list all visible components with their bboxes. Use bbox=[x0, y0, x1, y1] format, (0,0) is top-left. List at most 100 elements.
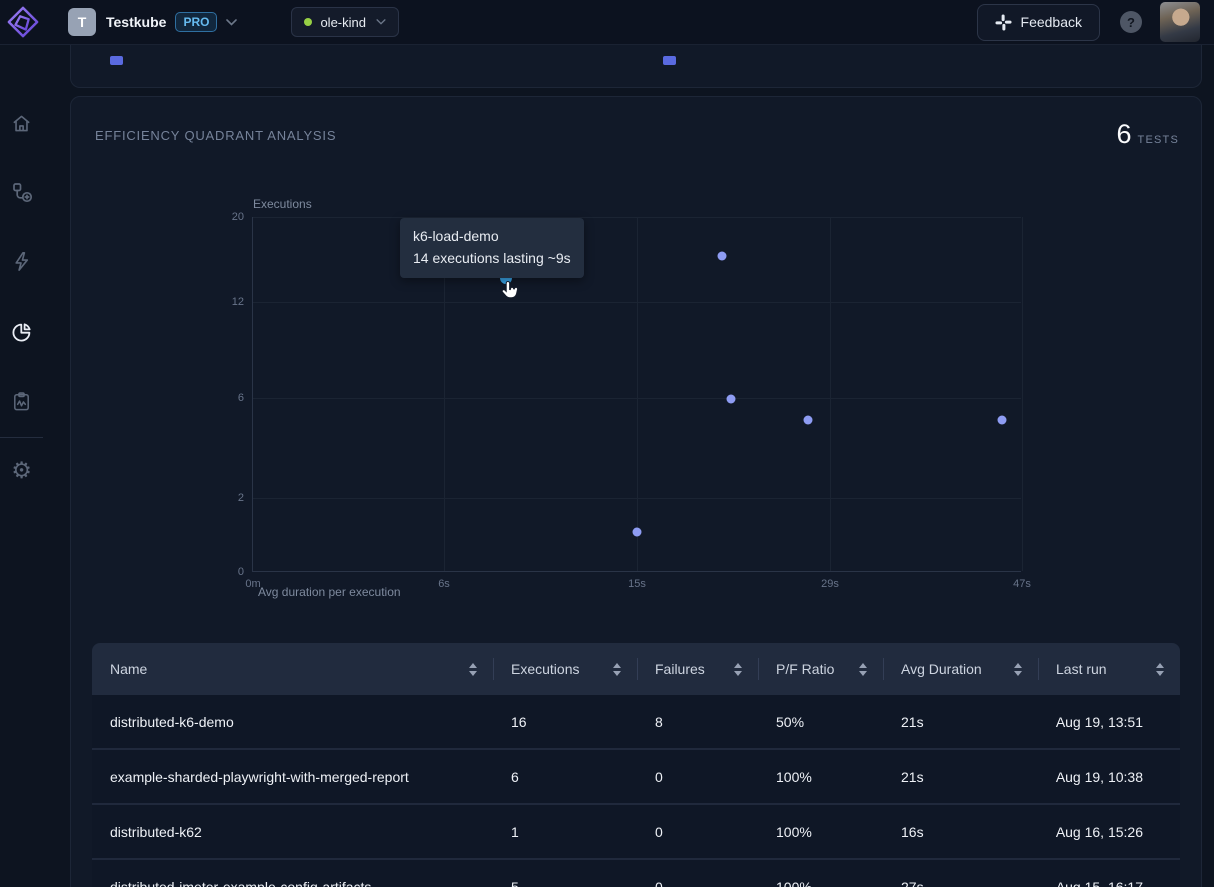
column-header-name[interactable]: Name bbox=[92, 643, 493, 695]
table-cell: distributed-k6-demo bbox=[92, 695, 493, 748]
column-header-label: Failures bbox=[655, 661, 705, 677]
scatter-point[interactable] bbox=[718, 252, 727, 261]
x-axis-title: Avg duration per execution bbox=[258, 585, 401, 599]
sort-icon[interactable] bbox=[613, 663, 621, 676]
top-bar: T Testkube PRO ole-kind bbox=[0, 0, 1214, 45]
org-switcher[interactable]: T Testkube PRO bbox=[68, 8, 237, 36]
column-header-label: P/F Ratio bbox=[776, 661, 834, 677]
sidebar-item-triggers[interactable] bbox=[0, 247, 43, 275]
table-cell: 16s bbox=[883, 805, 1038, 858]
feedback-label: Feedback bbox=[1021, 14, 1082, 30]
sidebar-item-test-workflows[interactable] bbox=[0, 178, 43, 206]
chevron-down-icon bbox=[226, 19, 237, 26]
column-header-failures[interactable]: Failures bbox=[637, 643, 758, 695]
tests-table: Name Executions Failures P/F Ratio Avg Durat… bbox=[92, 643, 1180, 887]
sidebar-item-test-reports[interactable] bbox=[0, 387, 43, 415]
table-row[interactable]: distributed-jmeter-example-config-artifa… bbox=[92, 860, 1180, 887]
sidebar-divider bbox=[0, 437, 43, 438]
y-axis-title: Executions bbox=[253, 197, 312, 211]
table-cell: 5 bbox=[493, 860, 637, 887]
org-avatar: T bbox=[68, 8, 96, 36]
chevron-down-icon bbox=[376, 19, 386, 25]
column-header-label: Last run bbox=[1056, 661, 1107, 677]
scatter-plot: 0m6s15s29s47s2012620 bbox=[252, 217, 1021, 572]
table-cell: Aug 19, 10:38 bbox=[1038, 750, 1180, 803]
y-tick-label: 2 bbox=[238, 492, 244, 504]
tests-count-unit: TESTS bbox=[1138, 134, 1179, 146]
scatter-point[interactable] bbox=[804, 416, 813, 425]
x-tick-label: 47s bbox=[1013, 578, 1031, 590]
table-cell: 6 bbox=[493, 750, 637, 803]
column-header-p-f-ratio[interactable]: P/F Ratio bbox=[758, 643, 883, 695]
gear-icon: ⚙ bbox=[11, 460, 32, 483]
home-icon bbox=[10, 112, 33, 135]
efficiency-quadrant-panel: EFFICIENCY QUADRANT ANALYSIS 6 TESTS Exe… bbox=[70, 96, 1202, 887]
sort-icon[interactable] bbox=[734, 663, 742, 676]
table-header: Name Executions Failures P/F Ratio Avg Durat… bbox=[92, 643, 1180, 695]
sidebar-item-insights[interactable] bbox=[0, 318, 43, 346]
feedback-button[interactable]: Feedback bbox=[977, 4, 1100, 41]
x-tick-label: 29s bbox=[821, 578, 839, 590]
table-cell: Aug 19, 13:51 bbox=[1038, 695, 1180, 748]
sort-icon[interactable] bbox=[469, 663, 477, 676]
column-header-executions[interactable]: Executions bbox=[493, 643, 637, 695]
y-tick-label: 12 bbox=[232, 296, 244, 308]
table-cell: 100% bbox=[758, 805, 883, 858]
testkube-dashboard: T Testkube PRO ole-kind bbox=[0, 0, 1214, 887]
sidebar-item-settings[interactable]: ⚙ bbox=[0, 457, 43, 485]
user-avatar[interactable] bbox=[1160, 2, 1200, 42]
table-cell: 27s bbox=[883, 860, 1038, 887]
column-header-label: Name bbox=[110, 661, 147, 677]
scrolled-panel-bottom bbox=[70, 45, 1202, 88]
plan-badge: PRO bbox=[175, 12, 217, 32]
pie-chart-icon bbox=[10, 320, 34, 344]
report-icon bbox=[10, 390, 33, 413]
sidebar-item-home[interactable] bbox=[0, 109, 43, 137]
table-cell: 21s bbox=[883, 750, 1038, 803]
help-button[interactable]: ? bbox=[1120, 11, 1142, 33]
bar-chart-stub bbox=[110, 56, 123, 65]
workflow-add-icon bbox=[10, 180, 34, 204]
column-header-last-run[interactable]: Last run bbox=[1038, 643, 1180, 695]
table-cell: example-sharded-playwright-with-merged-r… bbox=[92, 750, 493, 803]
table-cell: 0 bbox=[637, 750, 758, 803]
scatter-point[interactable] bbox=[633, 528, 642, 537]
y-tick-label: 20 bbox=[232, 211, 244, 223]
tooltip-body: 14 executions lasting ~9s bbox=[413, 247, 571, 269]
table-cell: distributed-k62 bbox=[92, 805, 493, 858]
panel-title: EFFICIENCY QUADRANT ANALYSIS bbox=[95, 128, 336, 143]
lightning-icon bbox=[10, 250, 33, 273]
table-row[interactable]: distributed-k6-demo16850%21sAug 19, 13:5… bbox=[92, 695, 1180, 750]
table-row[interactable]: example-sharded-playwright-with-merged-r… bbox=[92, 750, 1180, 805]
table-cell: 100% bbox=[758, 750, 883, 803]
x-tick-label: 6s bbox=[438, 578, 450, 590]
column-header-label: Avg Duration bbox=[901, 661, 982, 677]
gridline-vertical bbox=[830, 217, 831, 571]
sort-icon[interactable] bbox=[1014, 663, 1022, 676]
column-header-label: Executions bbox=[511, 661, 579, 677]
y-tick-label: 6 bbox=[238, 392, 244, 404]
environment-select[interactable]: ole-kind bbox=[291, 7, 399, 37]
sort-icon[interactable] bbox=[859, 663, 867, 676]
table-cell: 1 bbox=[493, 805, 637, 858]
table-cell: 100% bbox=[758, 860, 883, 887]
x-tick-label: 15s bbox=[628, 578, 646, 590]
bar-chart-stub bbox=[663, 56, 676, 65]
table-row[interactable]: distributed-k6210100%16sAug 16, 15:26 bbox=[92, 805, 1180, 860]
scatter-point[interactable] bbox=[727, 395, 736, 404]
gridline-horizontal bbox=[253, 217, 1021, 218]
column-header-avg-duration[interactable]: Avg Duration bbox=[883, 643, 1038, 695]
x-tick-label: 0m bbox=[245, 578, 260, 590]
table-cell: 8 bbox=[637, 695, 758, 748]
gridline-horizontal bbox=[253, 398, 1021, 399]
sort-icon[interactable] bbox=[1156, 663, 1164, 676]
tooltip-title: k6-load-demo bbox=[413, 225, 571, 247]
table-body: distributed-k6-demo16850%21sAug 19, 13:5… bbox=[92, 695, 1180, 887]
environment-name: ole-kind bbox=[320, 15, 366, 30]
gridline-horizontal bbox=[253, 302, 1021, 303]
tests-count: 6 TESTS bbox=[1117, 119, 1179, 150]
testkube-logo-icon[interactable] bbox=[4, 3, 42, 41]
scatter-point[interactable] bbox=[998, 416, 1007, 425]
table-cell: 21s bbox=[883, 695, 1038, 748]
slack-icon bbox=[995, 14, 1012, 31]
